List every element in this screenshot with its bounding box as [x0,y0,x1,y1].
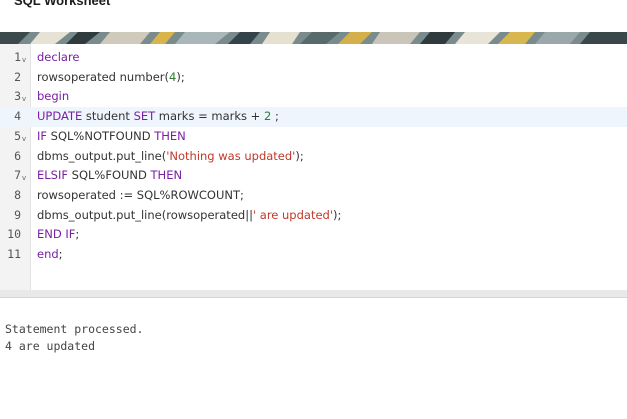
code-token: SQL%FOUND [67,168,151,183]
code-line[interactable]: 11 end; [0,245,627,265]
code-token: SET [133,109,156,124]
code-line[interactable]: 4 UPDATE student SET marks = marks + 2 ; [0,107,627,128]
output-line: 4 are updated [5,339,96,353]
code-token: begin [37,89,70,104]
code-line[interactable]: 3 v begin [0,87,627,107]
fold-toggle-icon[interactable]: v [22,135,26,143]
code-text: dbms_output.put_line('Nothing was update… [37,149,304,163]
code-text: rowsoperated number(4); [37,70,185,84]
code-line[interactable]: 9 dbms_output.put_line(rowsoperated||' ar… [0,206,627,226]
code-token: THEN [150,168,183,183]
fold-toggle-icon[interactable]: v [22,95,26,103]
code-token: ; [58,247,63,261]
sql-editor[interactable]: 1 v declare 2 rowsoperated number(4); 3 v begin… [0,44,627,291]
code-token: end [37,247,59,261]
code-token: ; [271,109,279,124]
fold-toggle-icon[interactable]: v [22,174,26,182]
output-line: Statement processed. [5,322,144,336]
code-line[interactable]: 6 dbms_output.put_line('Nothing was updat… [0,147,627,167]
line-number: 3 [14,89,21,104]
results-output: Statement processed. 4 are updated [5,321,143,355]
code-token: 'Nothing was updated' [166,148,296,163]
line-number: 4 [14,109,21,124]
code-token: ); [295,148,304,163]
code-token: dbms_output.put_line( [37,148,167,163]
code-text: declare [37,50,80,64]
page-title: SQL Worksheet [14,0,111,8]
line-number: 6 [14,148,21,163]
code-text: rowsoperated := SQL%ROWCOUNT; [37,188,244,202]
code-token: marks = marks + [155,109,264,124]
line-number: 2 [14,69,21,84]
code-line[interactable]: 5 v IF SQL%NOTFOUND THEN [0,127,627,147]
line-number: 5 [14,128,21,143]
code-text: IF SQL%NOTFOUND THEN [37,129,186,143]
code-token: ); [333,207,342,222]
code-token: declare [37,50,80,64]
code-text: END IF; [37,227,79,241]
code-token: END IF [37,227,76,242]
code-text: begin [37,89,69,103]
code-token: student [82,109,134,124]
line-number: 8 [14,187,21,202]
code-token: ELSIF [37,168,68,183]
decorative-banner [0,32,627,44]
line-number: 7 [14,168,21,183]
code-token: ; [75,227,80,242]
code-token: ); [176,69,185,84]
line-number: 1 [14,50,21,64]
line-number: 9 [14,207,21,222]
pane-splitter[interactable] [0,290,627,298]
code-line[interactable]: 10 END IF; [0,225,627,245]
code-text: UPDATE student SET marks = marks + 2 ; [37,109,279,123]
code-token: ' are updated' [252,207,334,222]
code-text: end; [37,247,63,261]
code-line[interactable]: 2 rowsoperated number(4); [0,68,627,88]
code-token: dbms_output.put_line(rowsoperated|| [37,207,253,222]
line-number: 10 [7,227,21,242]
line-number: 11 [7,247,21,261]
code-token: rowsoperated number( [37,69,170,84]
code-text: dbms_output.put_line(rowsoperated||' are… [37,208,341,222]
code-line[interactable]: 8 rowsoperated := SQL%ROWCOUNT; [0,186,627,206]
code-token: rowsoperated := SQL%ROWCOUNT; [37,187,244,202]
code-token: SQL%NOTFOUND [47,128,155,143]
fold-toggle-icon[interactable]: v [22,56,26,64]
code-text: ELSIF SQL%FOUND THEN [37,168,182,182]
code-token: IF [37,128,48,143]
code-line[interactable]: 1 v declare [0,48,627,68]
code-token: UPDATE [37,109,83,124]
code-token: THEN [154,128,186,143]
code-line[interactable]: 7 v ELSIF SQL%FOUND THEN [0,166,627,186]
